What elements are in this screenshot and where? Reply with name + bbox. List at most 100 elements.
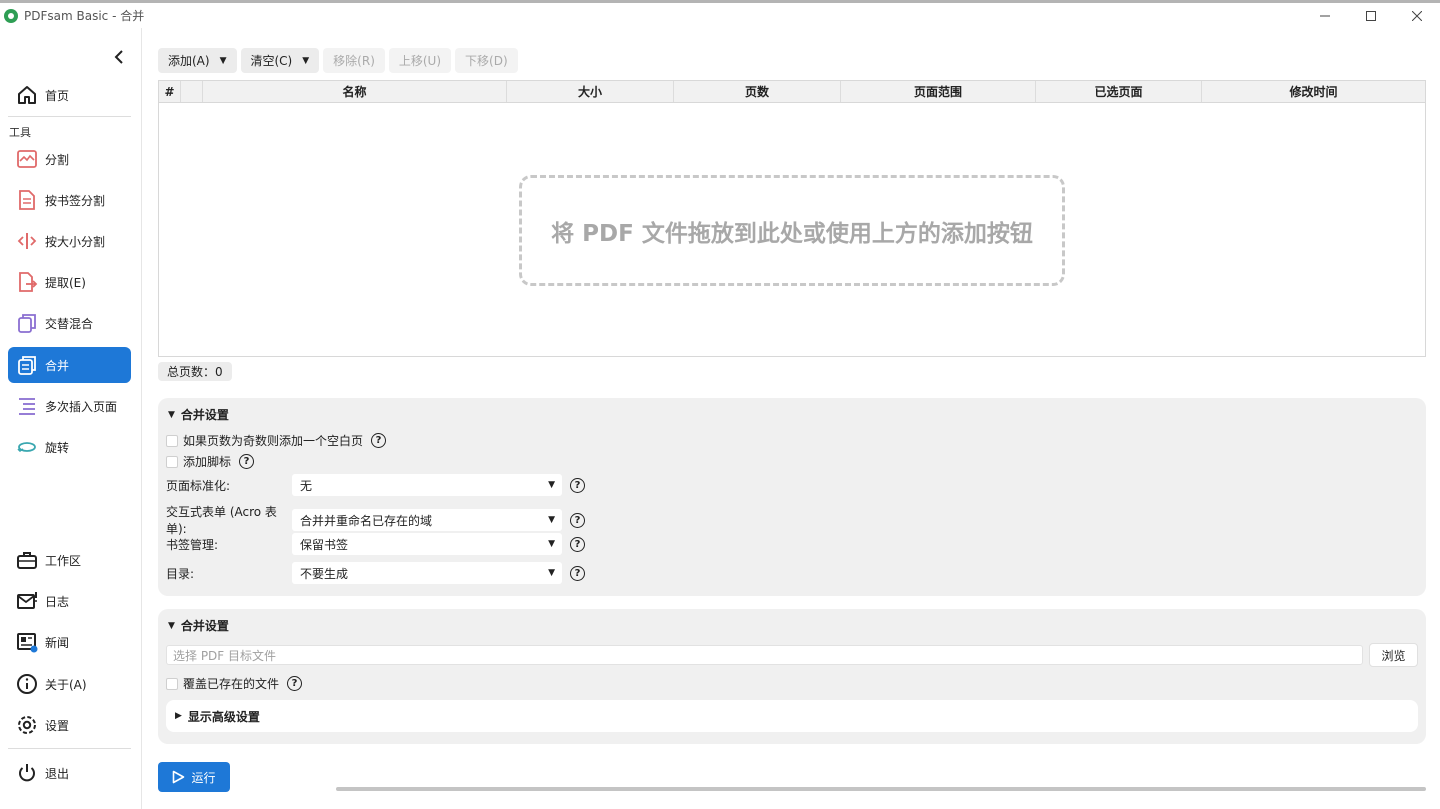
overwrite-label: 覆盖已存在的文件	[183, 677, 280, 691]
footer-checkbox[interactable]	[166, 455, 178, 468]
sidebar-item-news[interactable]: 新闻	[8, 624, 131, 660]
rotate-icon	[15, 435, 39, 459]
add-button[interactable]: 添加(A) ▼	[158, 48, 237, 73]
sidebar-item-about[interactable]: 关于(A)	[8, 666, 131, 702]
alternate-mix-icon	[15, 311, 39, 335]
blank-page-checkbox[interactable]	[166, 434, 178, 447]
column-header-modified[interactable]: 修改时间	[1202, 81, 1425, 102]
normalization-select[interactable]: 无 ▼	[292, 474, 562, 496]
help-icon[interactable]: ?	[371, 433, 387, 448]
normalization-row: 页面标准化: 无 ▼ ?	[166, 474, 585, 496]
sidebar-item-alternate-mix[interactable]: 交替混合	[8, 305, 131, 341]
run-button[interactable]: 运行	[158, 762, 230, 792]
sidebar-item-home[interactable]: 首页	[8, 77, 131, 113]
home-icon	[15, 83, 39, 107]
help-icon[interactable]: ?	[287, 676, 303, 691]
sidebar-item-label: 分割	[45, 152, 70, 167]
sidebar-item-label: 按书签分割	[45, 193, 106, 208]
sidebar-item-label: 设置	[45, 718, 70, 733]
caret-down-icon: ▼	[168, 620, 175, 631]
column-header-size[interactable]: 大小	[507, 81, 674, 102]
toc-select[interactable]: 不要生成 ▼	[292, 562, 562, 584]
help-icon[interactable]: ?	[570, 565, 585, 581]
blank-page-option: 如果页数为奇数则添加一个空白页 ?	[166, 432, 387, 449]
output-settings-header[interactable]: ▼ 合并设置	[168, 617, 229, 634]
sidebar-item-split-bookmarks[interactable]: 按书签分割	[8, 182, 131, 218]
sidebar: 首页 工具 分割 按书签分割 按大小分割 提取(E) 交替混合 合并 多次插入页…	[0, 28, 142, 809]
help-icon[interactable]: ?	[570, 512, 585, 528]
close-icon	[1412, 10, 1422, 21]
sidebar-item-log[interactable]: 日志	[8, 583, 131, 619]
acro-forms-row: 交互式表单 (Acro 表单): 合并并重命名已存在的域 ▼ ?	[166, 503, 585, 537]
caret-down-icon: ▼	[168, 409, 175, 420]
bookmarks-row: 书签管理: 保留书签 ▼ ?	[166, 533, 585, 555]
sidebar-item-workspace[interactable]: 工作区	[8, 542, 131, 578]
bookmarks-select[interactable]: 保留书签 ▼	[292, 533, 562, 555]
collapse-sidebar-button[interactable]	[110, 48, 128, 66]
chevron-down-icon: ▼	[548, 539, 555, 549]
tools-section-label: 工具	[9, 126, 31, 139]
sidebar-item-label: 交替混合	[45, 316, 94, 331]
acro-forms-select[interactable]: 合并并重命名已存在的域 ▼	[292, 509, 562, 531]
news-icon	[15, 630, 39, 654]
output-settings-panel: ▼ 合并设置 选择 PDF 目标文件 浏览 覆盖已存在的文件 ? ▶ 显示高级设…	[158, 609, 1426, 744]
clear-button[interactable]: 清空(C) ▼	[240, 48, 320, 73]
sidebar-item-settings[interactable]: 设置	[8, 707, 131, 743]
move-up-button[interactable]: 上移(U)	[388, 48, 452, 73]
file-table[interactable]: # 名称 大小 页数 页面范围 已选页面 修改时间 将 PDF 文件拖放到此处或…	[158, 80, 1426, 357]
sidebar-item-insert-pages[interactable]: 多次插入页面	[8, 388, 131, 424]
minimize-icon	[1320, 15, 1330, 16]
move-down-button[interactable]: 下移(D)	[455, 48, 518, 73]
app-logo-icon	[4, 8, 18, 23]
destination-file-input[interactable]: 选择 PDF 目标文件	[166, 645, 1363, 665]
overwrite-option: 覆盖已存在的文件 ?	[166, 675, 303, 692]
merge-settings-header[interactable]: ▼ 合并设置	[168, 406, 229, 423]
sidebar-item-split[interactable]: 分割	[8, 141, 131, 177]
drop-hint: 将 PDF 文件拖放到此处或使用上方的添加按钮	[551, 220, 1033, 247]
chevron-down-icon: ▼	[548, 480, 555, 490]
sidebar-item-split-size[interactable]: 按大小分割	[8, 223, 131, 259]
chevron-left-icon	[114, 50, 123, 64]
column-header-selected-pages[interactable]: 已选页面	[1036, 81, 1202, 102]
split-bookmarks-icon	[15, 188, 39, 212]
chevron-down-icon: ▼	[219, 55, 227, 66]
help-icon[interactable]: ?	[239, 454, 255, 469]
table-header: # 名称 大小 页数 页面范围 已选页面 修改时间	[159, 81, 1425, 103]
sidebar-divider	[8, 116, 131, 117]
split-size-icon	[15, 229, 39, 253]
overwrite-checkbox[interactable]	[166, 677, 178, 690]
insert-pages-icon	[15, 394, 39, 418]
window-title: PDFsam Basic - 合并	[24, 9, 145, 23]
column-header-page-range[interactable]: 页面范围	[841, 81, 1036, 102]
column-header-index[interactable]: #	[159, 81, 181, 102]
sidebar-item-label: 多次插入页面	[45, 399, 118, 414]
drop-zone[interactable]: 将 PDF 文件拖放到此处或使用上方的添加按钮	[519, 175, 1065, 286]
browse-button[interactable]: 浏览	[1369, 643, 1418, 667]
sidebar-item-label: 关于(A)	[45, 677, 87, 692]
sidebar-item-extract[interactable]: 提取(E)	[8, 264, 131, 300]
normalization-label: 页面标准化:	[166, 478, 231, 493]
close-button[interactable]	[1394, 3, 1440, 28]
help-icon[interactable]: ?	[570, 536, 585, 552]
horizontal-scrollbar[interactable]	[336, 787, 1426, 791]
maximize-icon	[1366, 10, 1376, 21]
footer-label: 添加脚标	[183, 455, 232, 469]
power-icon	[15, 761, 39, 785]
advanced-settings-toggle[interactable]: ▶ 显示高级设置	[166, 700, 1418, 732]
blank-page-label: 如果页数为奇数则添加一个空白页	[183, 434, 364, 448]
sidebar-item-rotate[interactable]: 旋转	[8, 429, 131, 465]
minimize-button[interactable]	[1302, 3, 1348, 28]
help-icon[interactable]: ?	[570, 477, 585, 493]
sidebar-item-merge[interactable]: 合并	[8, 347, 131, 383]
column-header-name[interactable]: 名称	[203, 81, 507, 102]
sidebar-item-exit[interactable]: 退出	[8, 755, 131, 791]
title-bar: PDFsam Basic - 合并	[0, 0, 1440, 28]
maximize-button[interactable]	[1348, 3, 1394, 28]
sidebar-item-label: 退出	[45, 766, 70, 781]
column-header-status[interactable]	[181, 81, 203, 102]
remove-button[interactable]: 移除(R)	[323, 48, 385, 73]
merge-settings-panel: ▼ 合并设置 如果页数为奇数则添加一个空白页 ? 添加脚标 ? 页面标准化: 无…	[158, 398, 1426, 596]
play-icon	[173, 770, 185, 784]
toc-label: 目录:	[166, 566, 195, 581]
column-header-pages[interactable]: 页数	[674, 81, 841, 102]
